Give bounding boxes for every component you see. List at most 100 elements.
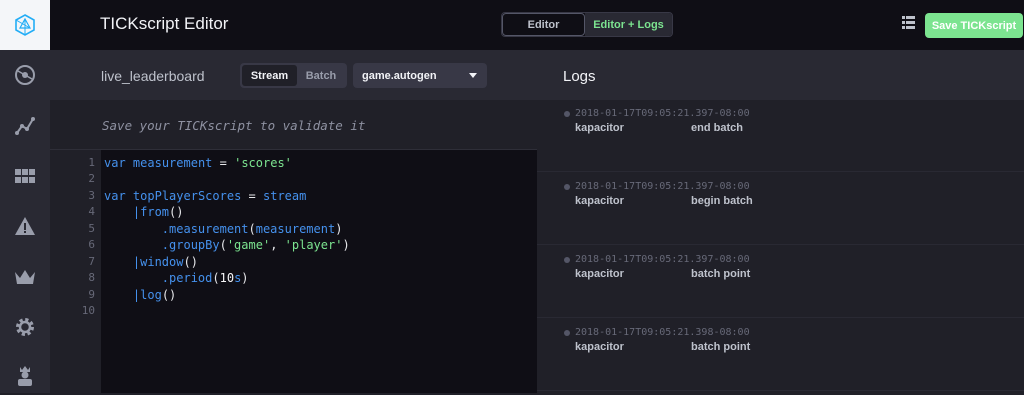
log-service: kapacitor [575, 341, 624, 353]
method: |from [132, 205, 170, 219]
identifier: measurement [132, 156, 213, 170]
code-line: |log() [104, 287, 176, 303]
list-icon[interactable] [902, 16, 915, 35]
identifier: measurement [255, 222, 336, 236]
caret-down-icon [469, 73, 477, 78]
tab-editor[interactable]: Editor [502, 13, 585, 36]
logs-list[interactable]: 2018-01-17T09:05:21.397-08:00 kapacitor … [537, 100, 1024, 393]
log-message: begin batch [691, 195, 753, 207]
log-message: batch point [691, 341, 751, 353]
database-dropdown[interactable]: game.autogen [353, 63, 487, 88]
line-number: 4 [88, 205, 95, 218]
stream-button[interactable]: Stream [242, 65, 297, 86]
type-toggle: Stream Batch [240, 63, 347, 88]
comma: , [270, 238, 285, 252]
log-message: end batch [691, 122, 743, 134]
top-bar: TICKscript Editor Editor Editor + Logs S… [50, 0, 1024, 50]
paren: ( [212, 271, 220, 285]
alert-triangle-icon[interactable] [0, 206, 50, 246]
code-line: var topPlayerScores = stream [104, 188, 306, 204]
dashboard-graph-icon[interactable] [0, 55, 50, 95]
line-number: 9 [88, 288, 95, 301]
code-line: .period(10s) [104, 270, 249, 286]
keyword-stream: stream [263, 189, 307, 203]
line-number: 5 [88, 222, 95, 235]
editor-header: live_leaderboard Stream Batch game.autog… [50, 50, 537, 100]
log-timestamp: 2018-01-17T09:05:21.397-08:00 [575, 108, 750, 119]
method: .period [161, 271, 213, 285]
user-icon[interactable] [0, 355, 50, 395]
database-dropdown-label: game.autogen [362, 69, 437, 82]
line-number: 7 [88, 255, 95, 268]
code-line: |window() [104, 254, 198, 270]
parens: () [161, 288, 177, 302]
log-message: batch point [691, 268, 751, 280]
log-timestamp: 2018-01-17T09:05:21.397-08:00 [575, 181, 750, 192]
page-title: TICKscript Editor [100, 14, 229, 33]
code-line: .measurement(measurement) [104, 221, 343, 237]
view-toggle: Editor Editor + Logs [501, 12, 673, 37]
code-line: var measurement = 'scores' [104, 155, 292, 171]
gear-icon[interactable] [0, 307, 50, 347]
line-number: 10 [81, 304, 95, 317]
method: |window [132, 255, 184, 269]
string: 'player' [284, 238, 343, 252]
validation-message: Save your TICKscript to validate it [102, 118, 366, 133]
parens: () [169, 205, 184, 219]
log-entry: 2018-01-17T09:05:21.397-08:00 kapacitor … [537, 100, 1024, 172]
log-level-dot-icon [564, 330, 570, 336]
validation-banner: Save your TICKscript to validate it [50, 100, 537, 150]
keyword-var: var [104, 156, 126, 170]
method: .groupBy [161, 238, 220, 252]
log-timestamp: 2018-01-17T09:05:21.398-08:00 [575, 327, 750, 338]
logs-header: Logs [537, 50, 1024, 100]
string: 'scores' [234, 156, 292, 170]
line-number: 6 [88, 238, 95, 251]
paren: ( [248, 222, 256, 236]
log-entry: 2018-01-17T09:05:21.397-08:00 kapacitor … [537, 246, 1024, 318]
parens: () [183, 255, 198, 269]
save-tickscript-button[interactable]: Save TICKscript [925, 13, 1023, 38]
log-service: kapacitor [575, 268, 624, 280]
script-name[interactable]: live_leaderboard [101, 68, 205, 84]
code-line: |from() [104, 204, 184, 220]
paren: ) [335, 222, 343, 236]
keyword-var: var [104, 189, 126, 203]
line-number: 1 [88, 156, 95, 169]
method: |log [132, 288, 162, 302]
logs-title: Logs [563, 68, 596, 85]
code-editor[interactable]: 1 2 3 4 5 6 7 8 9 10 var measurement = '… [50, 150, 537, 393]
operator: = [219, 156, 227, 170]
log-level-dot-icon [564, 257, 570, 263]
graph-icon[interactable] [0, 106, 50, 146]
log-level-dot-icon [564, 111, 570, 117]
chronograf-logo-icon[interactable] [0, 0, 50, 50]
log-entry: 2018-01-17T09:05:21.397-08:00 kapacitor … [537, 173, 1024, 245]
line-number: 3 [88, 189, 95, 202]
log-level-dot-icon [564, 184, 570, 190]
identifier: topPlayerScores [132, 189, 242, 203]
line-number: 8 [88, 271, 95, 284]
method: .measurement [161, 222, 249, 236]
paren: ( [219, 238, 227, 252]
log-service: kapacitor [575, 122, 624, 134]
paren: ) [342, 238, 350, 252]
tab-editor-logs[interactable]: Editor + Logs [585, 13, 672, 36]
log-entry: 2018-01-17T09:05:21.398-08:00 kapacitor … [537, 319, 1024, 391]
string: 'game' [226, 238, 271, 252]
line-number: 2 [88, 172, 95, 185]
paren: ) [241, 271, 249, 285]
crown-icon[interactable] [0, 257, 50, 297]
sidebar [0, 0, 50, 393]
code-line: .groupBy('game', 'player') [104, 237, 350, 253]
log-timestamp: 2018-01-17T09:05:21.397-08:00 [575, 254, 750, 265]
table-grid-icon[interactable] [0, 156, 50, 196]
operator: = [248, 189, 256, 203]
batch-button[interactable]: Batch [297, 65, 345, 86]
log-service: kapacitor [575, 195, 624, 207]
